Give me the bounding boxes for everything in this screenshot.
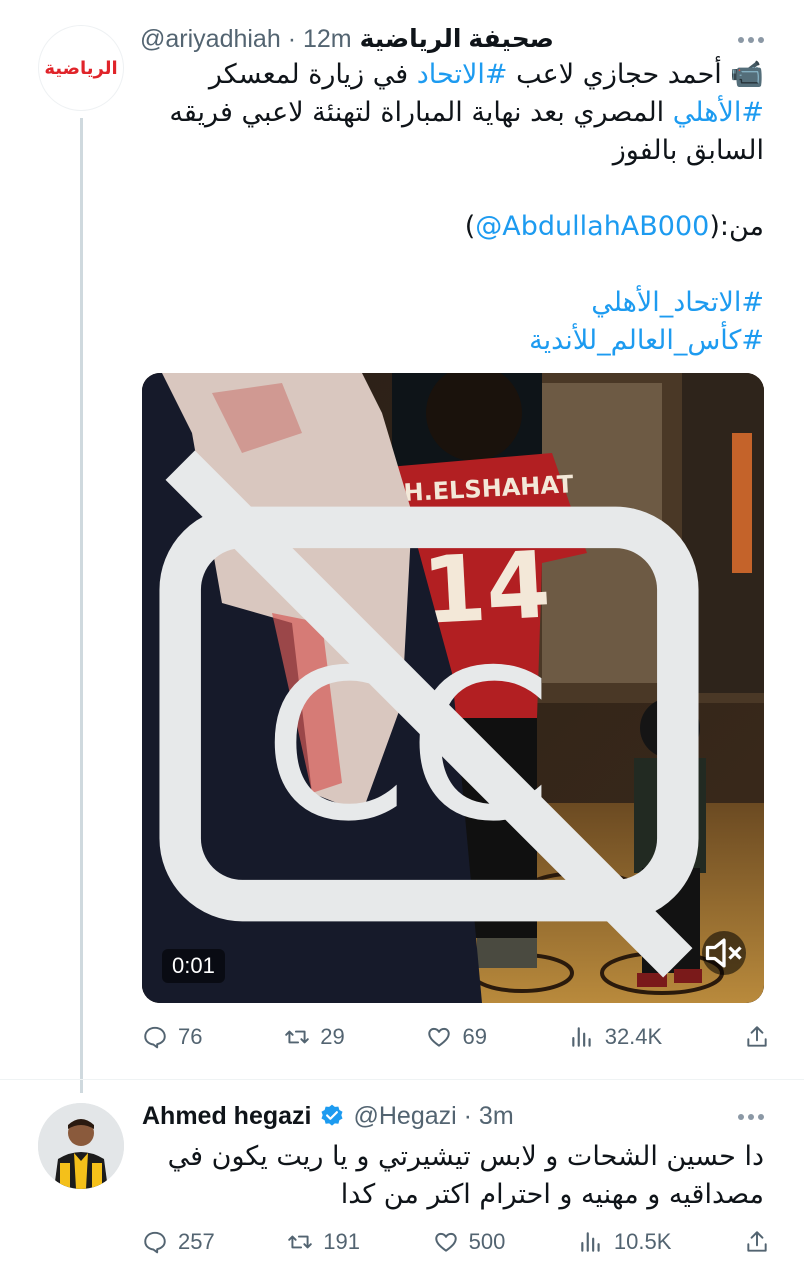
tweet-line-1: دا حسين الشحات و لابس تيشيرتي و يا ريت ي…	[167, 1141, 764, 1172]
tweet-line-3: السابق بالفوز	[612, 135, 764, 166]
retweet-count: 29	[320, 1024, 345, 1049]
mute-button[interactable]	[702, 931, 746, 975]
views-icon	[581, 1232, 600, 1252]
retweet-button[interactable]: 29	[284, 1024, 345, 1050]
tweet-actions: 257 191 500 10.5K	[142, 1222, 770, 1262]
video-camera-emoji-icon: 📹	[730, 59, 764, 90]
author-name[interactable]: Ahmed hegazi	[142, 1102, 311, 1131]
tweet-header: Ahmed hegazi @Hegazi · 3m	[142, 1099, 742, 1133]
reply-count: 257	[178, 1229, 215, 1254]
svg-text:CC: CC	[263, 626, 553, 867]
share-icon	[747, 1026, 767, 1047]
tweet-time: · 12m	[287, 24, 352, 53]
like-count: 69	[462, 1024, 487, 1049]
video-player[interactable]: H.ELSHAHAT 14 CC 0:01	[142, 373, 764, 1003]
avatar-photo	[38, 1103, 124, 1189]
verified-badge-icon	[321, 1104, 343, 1126]
reply-icon	[144, 1231, 166, 1254]
mention-link[interactable]: @AbdullahAB000	[475, 211, 709, 242]
retweet-button[interactable]: 191	[287, 1229, 360, 1255]
tweet-line-1: 📹 أحمد حجازي لاعب #الاتحاد في زيارة لمعس…	[208, 59, 764, 90]
like-icon	[428, 1027, 451, 1047]
views-icon	[571, 1027, 591, 1047]
more-icon[interactable]	[738, 1113, 768, 1121]
tweet-divider	[0, 1079, 804, 1080]
tweet-header: صحيفة الرياضية @ariyadhiah · 12m	[140, 22, 742, 56]
author-handle[interactable]: @ariyadhiah · 12m	[140, 25, 352, 54]
avatar-logo: الرياضية	[44, 57, 118, 79]
views-count: 10.5K	[613, 1229, 672, 1254]
retweet-icon	[285, 1030, 310, 1044]
views-button[interactable]: 10.5K	[578, 1229, 672, 1255]
tweet-line-2: مصداقيه و مهنيه و احترام اكتر من كدا	[340, 1179, 764, 1210]
tweet-line-2: #الأهلي المصري بعد نهاية المباراة لتهنئة…	[169, 97, 764, 128]
tweet-body: دا حسين الشحات و لابس تيشيرتي و يا ريت ي…	[140, 1138, 764, 1214]
more-icon[interactable]	[738, 36, 768, 44]
author-name[interactable]: صحيفة الرياضية	[360, 24, 554, 54]
tweet-actions: 76 29 69 32.4K	[142, 1017, 770, 1057]
hashtag-link[interactable]: #الاتحاد_الأهلي	[591, 287, 764, 318]
thread-line	[80, 118, 83, 1093]
views-count: 32.4K	[604, 1024, 663, 1049]
share-button[interactable]	[744, 1024, 770, 1050]
retweet-count: 191	[323, 1229, 361, 1254]
reply-button[interactable]: 257	[142, 1229, 215, 1255]
hashtag-link[interactable]: #الاتحاد	[417, 59, 508, 90]
like-button[interactable]: 69	[426, 1024, 487, 1050]
share-button[interactable]	[744, 1229, 770, 1255]
share-icon	[747, 1231, 767, 1252]
captions-icon[interactable]: CC	[142, 399, 740, 1003]
author-handle[interactable]: @Hegazi · 3m	[353, 1102, 513, 1131]
reply-icon	[144, 1026, 166, 1049]
mute-icon	[705, 938, 742, 968]
like-count: 500	[468, 1229, 506, 1254]
reply-count: 76	[178, 1024, 203, 1049]
tweet-source-line: من:(@AbdullahAB000)	[464, 211, 764, 242]
avatar[interactable]: الرياضية	[38, 25, 124, 111]
views-button[interactable]: 32.4K	[569, 1024, 663, 1050]
tweet-body: 📹 أحمد حجازي لاعب #الاتحاد في زيارة لمعس…	[140, 56, 764, 360]
reply-button[interactable]: 76	[142, 1024, 202, 1050]
hashtag-link[interactable]: #الأهلي	[673, 97, 764, 128]
like-button[interactable]: 500	[433, 1229, 506, 1255]
avatar[interactable]	[38, 1103, 124, 1189]
like-icon	[434, 1232, 457, 1252]
hashtag-link[interactable]: #كأس_العالم_للأندية	[529, 325, 764, 356]
video-timer: 0:01	[162, 949, 225, 983]
tweet-time: · 3m	[463, 1101, 514, 1130]
retweet-icon	[288, 1235, 313, 1249]
